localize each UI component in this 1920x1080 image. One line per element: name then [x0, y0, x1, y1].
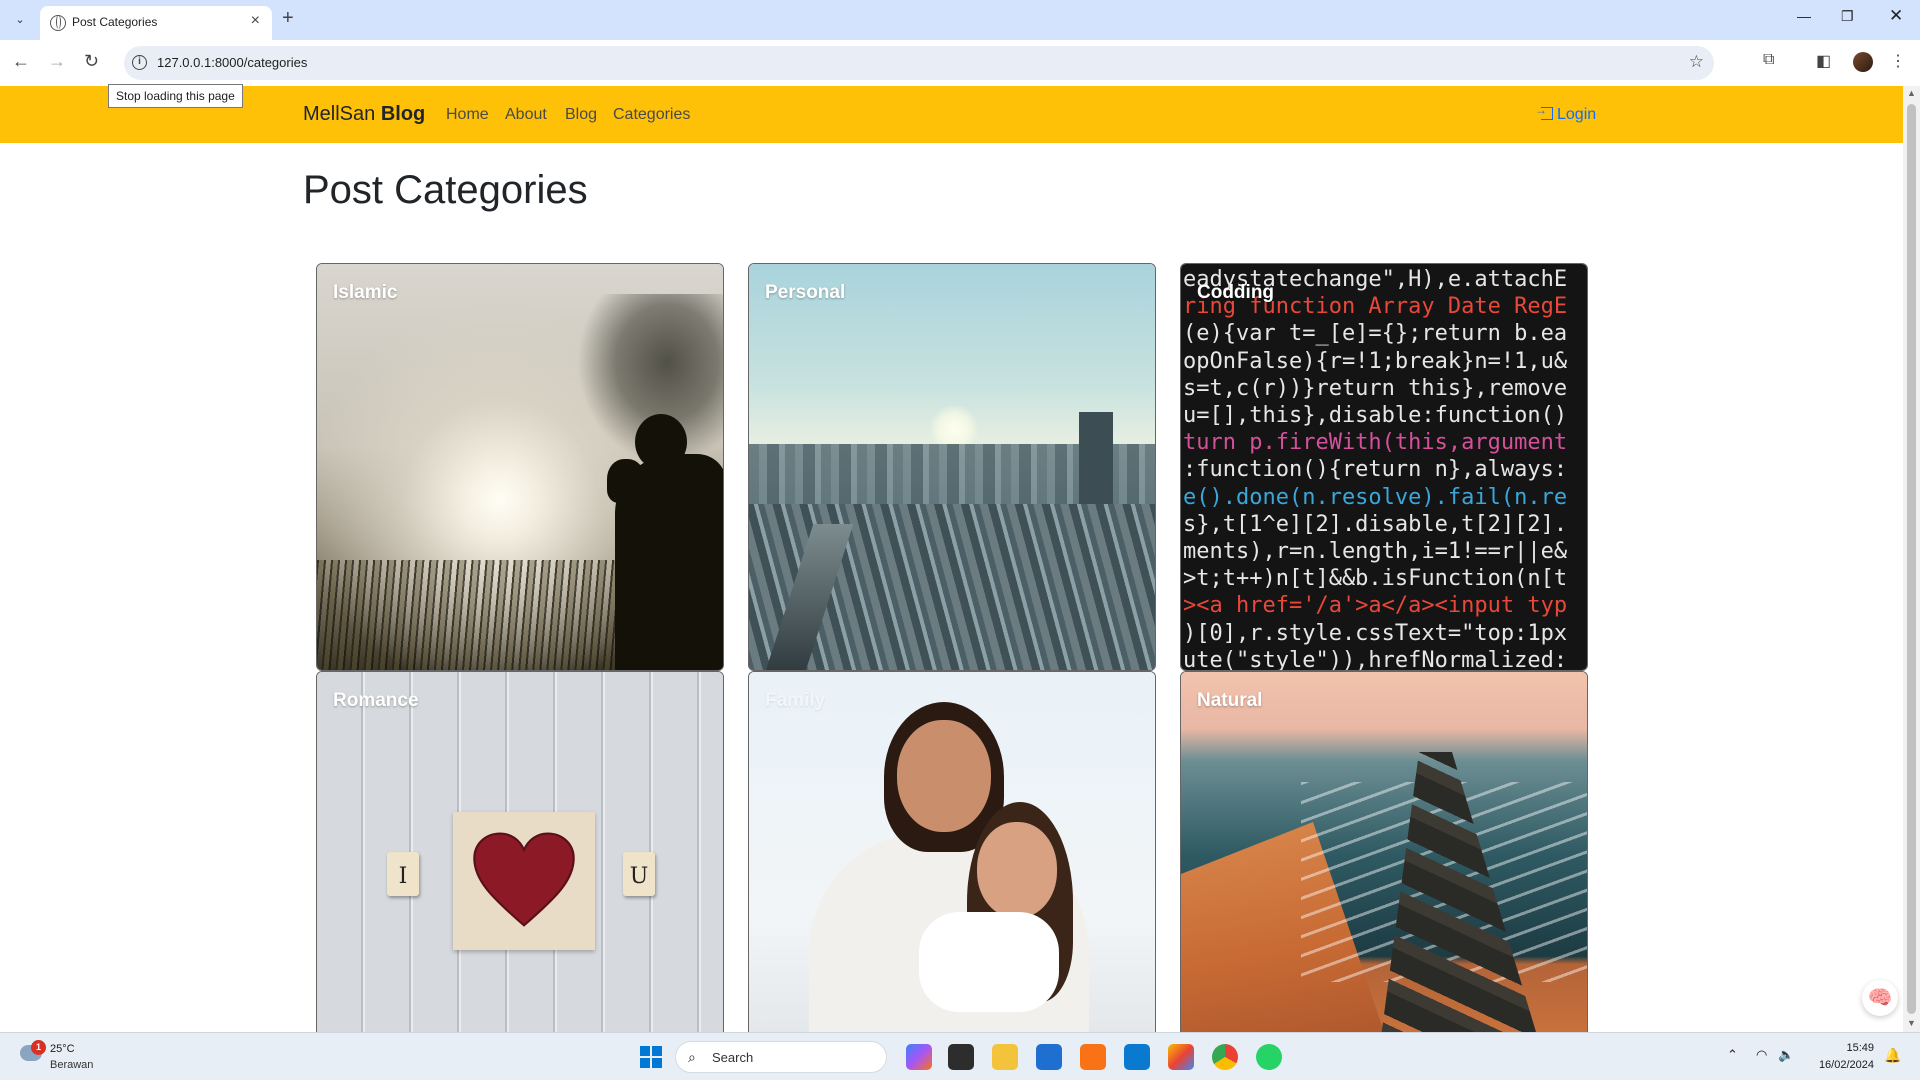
page-scrollbar[interactable]: ▲ ▼	[1903, 86, 1920, 1032]
browser-tab-strip: ⌄ Post Categories × + — ❐ ✕	[0, 0, 1920, 40]
microsoft-store-icon[interactable]	[1036, 1044, 1062, 1070]
category-card-romance[interactable]: I U Romance	[316, 671, 724, 1079]
nav-link-home[interactable]: Home	[446, 106, 489, 124]
stop-loading-tooltip: Stop loading this page	[108, 84, 243, 108]
chrome-icon[interactable]	[1212, 1044, 1238, 1070]
category-image-personal	[749, 264, 1155, 670]
login-link[interactable]: Login	[1535, 103, 1597, 124]
scroll-down-icon[interactable]: ▼	[1907, 1018, 1916, 1028]
nav-link-categories[interactable]: Categories	[613, 106, 690, 124]
code-line: )[0],r.style.cssText="top:1px	[1183, 620, 1568, 646]
login-label: Login	[1557, 106, 1597, 123]
site-info-icon[interactable]: i	[132, 55, 147, 70]
close-window-icon[interactable]: ✕	[1889, 6, 1903, 26]
category-card-natural[interactable]: Natural	[1180, 671, 1588, 1079]
category-label: Family	[765, 690, 826, 711]
code-line: s},t[1^e][2].disable,t[2][2].	[1183, 511, 1568, 537]
code-line: >t;t++)n[t]&&b.isFunction(n[t	[1183, 566, 1568, 592]
address-url[interactable]: 127.0.0.1:8000/categories	[157, 55, 307, 70]
browser-toolbar: ← → ↻ i 127.0.0.1:8000/categories ☆ ⧉ ◧ …	[0, 40, 1920, 86]
brand-bold: Blog	[380, 103, 426, 125]
heart-icon	[473, 832, 575, 927]
scroll-up-icon[interactable]: ▲	[1907, 88, 1916, 98]
login-icon	[1535, 103, 1553, 120]
category-label: Codding	[1197, 282, 1275, 303]
globe-icon	[50, 15, 66, 31]
notification-bell-icon[interactable]: 🔔	[1884, 1047, 1901, 1064]
close-tab-icon[interactable]: ×	[251, 12, 260, 30]
code-line: turn p.fireWith(this,argument	[1183, 430, 1568, 456]
taskbar-search-placeholder: Search	[712, 1050, 754, 1065]
show-hidden-icons-chevron-icon[interactable]: ⌃	[1727, 1047, 1738, 1063]
category-image-romance: I U	[317, 672, 723, 1078]
clock-date[interactable]: 16/02/2024	[1814, 1059, 1874, 1071]
code-line: ><a href='/a'>a</a><input typ	[1183, 593, 1568, 619]
gemini-icon[interactable]	[1168, 1044, 1194, 1070]
category-card-family[interactable]: Family	[748, 671, 1156, 1079]
weather-desc[interactable]: Berawan	[50, 1059, 93, 1071]
profile-avatar[interactable]	[1853, 52, 1873, 72]
minimize-icon[interactable]: —	[1797, 8, 1811, 24]
reload-stop-icon[interactable]: ↻	[84, 51, 99, 72]
category-image-islamic	[317, 264, 723, 670]
page-title: Post Categories	[303, 168, 588, 212]
vscode-icon[interactable]	[1124, 1044, 1150, 1070]
wifi-icon[interactable]: ◠	[1756, 1047, 1767, 1063]
code-line: e().done(n.resolve).fail(n.re	[1183, 484, 1568, 510]
category-card-islamic[interactable]: Islamic	[316, 263, 724, 671]
weather-badge: 1	[31, 1040, 46, 1055]
menu-kebab-icon[interactable]: ⋮	[1890, 51, 1906, 71]
bookmark-star-icon[interactable]: ☆	[1689, 52, 1704, 72]
forward-arrow-icon[interactable]: →	[48, 51, 66, 72]
back-arrow-icon[interactable]: ←	[12, 51, 30, 72]
file-explorer-icon[interactable]	[992, 1044, 1018, 1070]
site-brand[interactable]: MellSan Blog	[303, 103, 425, 126]
tab-search-chevron-icon[interactable]: ⌄	[10, 10, 30, 30]
search-icon: ⌕	[688, 1049, 696, 1065]
xampp-icon[interactable]	[1080, 1044, 1106, 1070]
code-line: :function(){return n},always:	[1183, 457, 1568, 483]
scroll-thumb[interactable]	[1907, 104, 1916, 1014]
copilot-icon[interactable]	[906, 1044, 932, 1070]
letter-tile-i: I	[387, 852, 419, 896]
nav-link-about[interactable]: About	[505, 106, 547, 124]
windows-start-icon[interactable]	[640, 1046, 662, 1068]
weather-temp[interactable]: 25°C	[50, 1043, 75, 1055]
code-line: opOnFalse){r=!1;break}n=!1,u&	[1183, 348, 1568, 374]
category-label: Natural	[1197, 690, 1263, 711]
windows-taskbar: 1 25°C Berawan ⌕ Search ⌃ ◠ 🔈 15:49 16/0…	[0, 1032, 1920, 1080]
code-line: (e){var t=_[e]={};return b.ea	[1183, 321, 1568, 347]
code-line: ments),r=n.length,i=1!==r||e&	[1183, 539, 1568, 565]
category-label: Romance	[333, 690, 419, 711]
letter-tile-u: U	[623, 852, 655, 896]
category-image-natural	[1181, 672, 1587, 1078]
code-line: u=[],this},disable:function()	[1183, 403, 1568, 429]
code-line: ute("style")),hrefNormalized:	[1183, 647, 1568, 670]
address-bar[interactable]: i 127.0.0.1:8000/categories ☆	[124, 46, 1714, 80]
side-panel-icon[interactable]: ◧	[1816, 51, 1831, 71]
nav-link-blog[interactable]: Blog	[565, 106, 597, 124]
browser-tab-active[interactable]: Post Categories ×	[40, 6, 272, 40]
category-card-personal[interactable]: Personal	[748, 263, 1156, 671]
code-line: s=t,c(r))}return this},remove	[1183, 375, 1568, 401]
clock-time[interactable]: 15:49	[1814, 1042, 1874, 1054]
whatsapp-icon[interactable]	[1256, 1044, 1282, 1070]
new-tab-icon[interactable]: +	[282, 7, 294, 30]
task-view-icon[interactable]	[948, 1044, 974, 1070]
brand-prefix: MellSan	[303, 103, 376, 125]
category-card-codding[interactable]: eadystatechange",H),e.attachE ring funct…	[1180, 263, 1588, 671]
category-label: Personal	[765, 282, 846, 303]
volume-icon[interactable]: 🔈	[1778, 1047, 1794, 1063]
category-image-family	[749, 672, 1155, 1078]
restore-icon[interactable]: ❐	[1841, 8, 1854, 25]
extensions-icon[interactable]: ⧉	[1763, 51, 1774, 69]
taskbar-search[interactable]: ⌕ Search	[675, 1041, 887, 1073]
category-label: Islamic	[333, 282, 398, 303]
category-image-codding: eadystatechange",H),e.attachE ring funct…	[1181, 264, 1587, 670]
assistant-brain-icon[interactable]: 🧠	[1862, 980, 1898, 1016]
site-navbar: MellSan Blog Home About Blog Categories …	[0, 86, 1903, 143]
tab-title: Post Categories	[72, 15, 158, 29]
